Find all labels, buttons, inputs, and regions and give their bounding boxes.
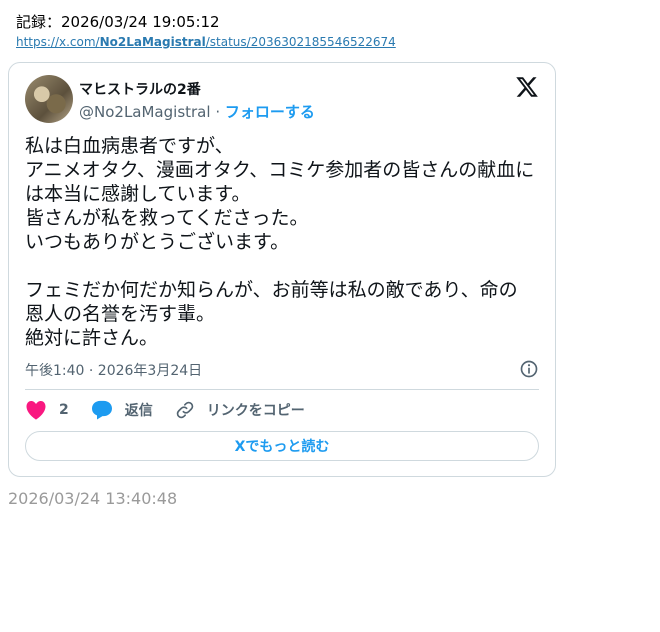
footer-timestamp: 2026/03/24 13:40:48: [8, 489, 178, 508]
copy-link-label: リンクをコピー: [206, 403, 305, 419]
url-handle: No2LaMagistral: [99, 35, 206, 49]
handle-row: @No2LaMagistral · フォローする: [79, 101, 315, 122]
x-logo-icon[interactable]: [515, 75, 539, 99]
separator-dot: ·: [210, 103, 225, 121]
action-bar: 2 返信 リンクをコピー: [25, 399, 327, 421]
url-suffix: /status/2036302185546522674: [205, 35, 396, 49]
info-icon[interactable]: [519, 359, 539, 379]
reply-button[interactable]: 返信: [91, 400, 153, 420]
record-timestamp: 記録：2026/03/24 19:05:12: [16, 13, 220, 31]
url-prefix: https://x.com/: [16, 35, 100, 49]
tweet-text: 私は白血病患者ですが、 アニメオタク、漫画オタク、コミケ参加者の皆さんの献血には…: [25, 135, 535, 349]
divider: [25, 389, 539, 390]
reply-bubble-icon: [91, 400, 112, 420]
avatar[interactable]: [25, 75, 73, 123]
tweet-url-link[interactable]: https://x.com/No2LaMagistral/status/2036…: [16, 35, 396, 49]
reply-label: 返信: [124, 403, 153, 419]
link-icon: [176, 401, 194, 419]
read-more-button[interactable]: Xでもっと読む: [25, 431, 539, 461]
display-name[interactable]: マヒストラルの2番: [79, 79, 201, 99]
embedded-tweet-card: マヒストラルの2番 @No2LaMagistral · フォローする 私は白血病…: [8, 62, 556, 477]
like-count: 2: [59, 402, 69, 418]
heart-icon: [26, 401, 46, 420]
copy-link-button[interactable]: リンクをコピー: [175, 400, 305, 420]
like-button[interactable]: 2: [25, 400, 69, 420]
tweet-timestamp[interactable]: 午後1:40 · 2026年3月24日: [25, 360, 202, 380]
follow-button[interactable]: フォローする: [225, 103, 315, 121]
user-handle[interactable]: @No2LaMagistral: [79, 103, 211, 121]
